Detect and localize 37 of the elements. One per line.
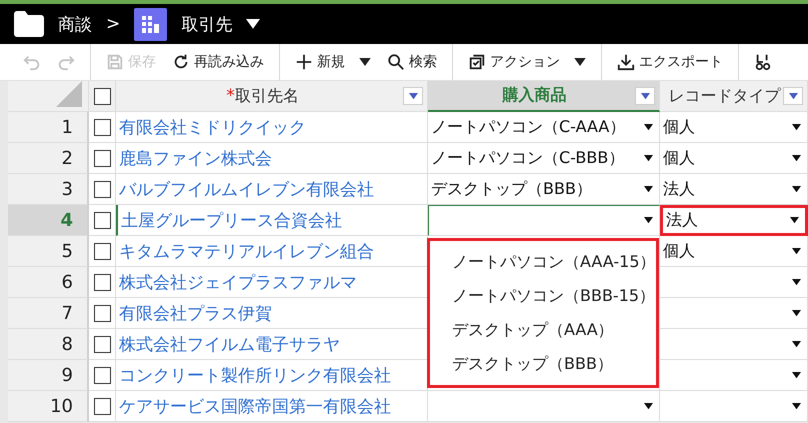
new-button[interactable]: 新規: [290, 51, 376, 73]
record-type-select-cell[interactable]: 法人: [660, 174, 808, 205]
row-number: 7: [8, 298, 89, 329]
product-select-cell[interactable]: ノートパソコン（C-AAA）: [428, 112, 660, 143]
row-number: 10: [8, 391, 89, 422]
product-select-cell[interactable]: デスクトップ（BBB）: [428, 174, 660, 205]
row-number: 1: [8, 112, 89, 143]
dropdown-option[interactable]: ノートパソコン（AAA-15）: [430, 245, 656, 279]
row-number: 4: [8, 205, 89, 236]
column-label: 購入商品: [502, 85, 566, 106]
column-label: 取引先名: [234, 86, 299, 106]
record-type-select-cell[interactable]: 個人: [660, 143, 808, 174]
column-header[interactable]: 購入商品: [428, 81, 660, 112]
row-number: 8: [8, 329, 89, 360]
record-type-select-cell[interactable]: 個人: [660, 112, 808, 143]
dropdown-option[interactable]: ノートパソコン（BBB-15）: [430, 279, 656, 313]
row-number: 2: [8, 143, 89, 174]
row-number: 5: [8, 236, 89, 267]
row-number: 3: [8, 174, 89, 205]
reload-button[interactable]: 再読み込み: [167, 51, 269, 73]
row-number: 9: [8, 360, 89, 391]
action-button[interactable]: アクション: [463, 51, 591, 73]
dropdown-option[interactable]: デスクトップ（AAA）: [430, 313, 656, 347]
breadcrumb-current[interactable]: 取引先: [181, 12, 232, 36]
breadcrumb-parent[interactable]: 商談: [58, 12, 92, 36]
column-label: レコードタイプ: [668, 86, 780, 106]
dropdown-option[interactable]: デスクトップ（BBB）: [430, 347, 656, 381]
search-button[interactable]: 検索: [382, 51, 442, 73]
row-number: 6: [8, 267, 89, 298]
required-mark: *: [226, 86, 235, 106]
product-select-cell[interactable]: ノートパソコン（C-BBB）: [428, 143, 660, 174]
record-type-select-cell[interactable]: 個人: [660, 236, 808, 267]
column-header[interactable]: レコードタイプ: [660, 81, 808, 112]
export-button[interactable]: エクスポート: [612, 51, 728, 73]
column-header[interactable]: *取引先名: [116, 81, 428, 112]
breadcrumb-separator: >: [106, 14, 120, 34]
record-type-select-cell[interactable]: 法人: [660, 205, 808, 236]
